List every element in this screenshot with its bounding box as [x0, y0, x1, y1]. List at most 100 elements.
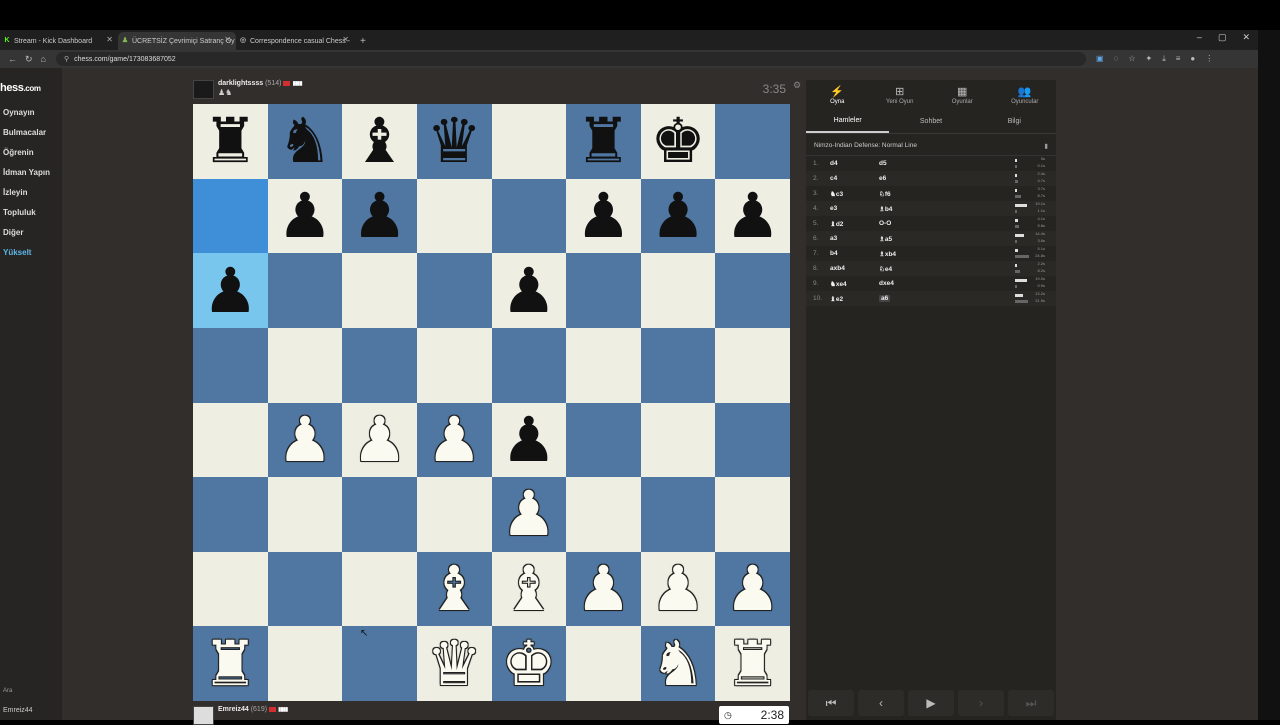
- black-move[interactable]: e6: [879, 175, 1015, 182]
- board-square[interactable]: [193, 178, 268, 254]
- sidebar-item-community[interactable]: Topluluk: [3, 208, 36, 217]
- board-square[interactable]: [566, 626, 641, 701]
- board-square[interactable]: [491, 327, 567, 403]
- board-square[interactable]: [640, 477, 716, 552]
- menu-icon[interactable]: ⋮: [1205, 54, 1213, 64]
- address-bar[interactable]: ⚲ chess.com/game/173083687052: [55, 52, 1086, 66]
- profile-avatar[interactable]: ●: [1190, 54, 1195, 64]
- white-pawn-piece[interactable]: ♟: [277, 408, 333, 471]
- board-square[interactable]: [715, 253, 790, 328]
- white-pawn-piece[interactable]: ♟: [725, 558, 781, 620]
- white-move[interactable]: ♞c3: [830, 190, 879, 198]
- subtab-info[interactable]: Bilgi: [973, 110, 1056, 133]
- black-pawn-piece[interactable]: ♟: [501, 408, 557, 471]
- board-square[interactable]: [715, 327, 790, 403]
- board-square[interactable]: [193, 477, 268, 552]
- board-square[interactable]: [566, 253, 641, 328]
- browser-tab-kick[interactable]: K Stream - Kick Dashboard ✕: [0, 32, 118, 50]
- black-move[interactable]: d5: [879, 160, 1015, 167]
- black-move[interactable]: ♘f6: [879, 190, 1015, 198]
- board-square[interactable]: [715, 104, 790, 179]
- board-square[interactable]: [416, 477, 492, 552]
- black-move[interactable]: ♗b4: [879, 205, 1015, 213]
- black-move[interactable]: dxe4: [879, 280, 1015, 287]
- white-move[interactable]: e3: [830, 205, 879, 212]
- board-square[interactable]: ♟: [267, 178, 343, 254]
- board-square[interactable]: ♜: [715, 626, 790, 701]
- board-square[interactable]: ♝: [416, 551, 492, 627]
- black-knight-piece[interactable]: ♞: [277, 110, 333, 172]
- board-square[interactable]: [715, 402, 790, 478]
- site-info-icon[interactable]: ⚲: [64, 55, 69, 63]
- sidebar-username[interactable]: Emreiz44: [3, 707, 33, 714]
- board-square[interactable]: [267, 551, 343, 627]
- tab-play[interactable]: ⚡ Oyna: [806, 80, 869, 110]
- chess-board[interactable]: ♜ ♞ ♝ ♛ ♜ ♚ ♟ ♟ ♟ ♟ ♟ ♟ ♟ ♟ ♟ ♟ ♟ ♟ ♝ ♝ ♟ ♟ ♟ ♜ ♛ ♚ ♞ ♜: [193, 104, 790, 701]
- white-pawn-piece[interactable]: ♟: [501, 483, 557, 545]
- board-square[interactable]: [491, 104, 567, 179]
- board-square[interactable]: ♟: [491, 477, 567, 552]
- board-square[interactable]: ♟: [267, 402, 343, 478]
- black-rook-piece[interactable]: ♜: [576, 110, 632, 172]
- black-king-piece[interactable]: ♚: [650, 110, 706, 172]
- sidebar-item-train[interactable]: İdman Yapın: [3, 168, 50, 177]
- new-tab-button[interactable]: +: [360, 36, 366, 47]
- white-rook-piece[interactable]: ♜: [203, 632, 259, 695]
- player-name[interactable]: Emreiz44: [218, 706, 249, 713]
- white-rook-piece[interactable]: ♜: [725, 632, 781, 695]
- tab-new-game[interactable]: ⊞ Yeni Oyun: [869, 80, 932, 110]
- close-tab-icon[interactable]: ✕: [342, 35, 349, 44]
- white-move[interactable]: d4: [830, 160, 879, 167]
- home-icon[interactable]: ⌂: [41, 54, 46, 64]
- board-square[interactable]: [640, 402, 716, 478]
- board-square[interactable]: ♚: [640, 104, 716, 179]
- tab-games[interactable]: ▦ Oyunlar: [931, 80, 994, 110]
- gear-icon[interactable]: ⚙: [793, 80, 801, 91]
- board-square[interactable]: ♟: [715, 178, 790, 254]
- browser-tab-chess[interactable]: ♟ ÜCRETSİZ Çevrimiçi Satranç Oy ✕: [118, 32, 236, 50]
- white-king-piece[interactable]: ♚: [501, 632, 557, 695]
- white-pawn-piece[interactable]: ♟: [352, 408, 408, 471]
- black-move[interactable]: O-O: [879, 220, 1015, 227]
- black-bishop-piece[interactable]: ♝: [352, 110, 408, 172]
- board-square[interactable]: ♛: [416, 104, 492, 179]
- white-bishop-piece[interactable]: ♝: [501, 558, 557, 620]
- black-move[interactable]: ♗xb4: [879, 250, 1015, 258]
- back-icon[interactable]: ←: [8, 54, 17, 64]
- avatar[interactable]: [193, 80, 214, 99]
- board-square[interactable]: ♛: [416, 626, 492, 701]
- board-square[interactable]: [267, 327, 343, 403]
- board-square[interactable]: [193, 327, 268, 403]
- close-tab-icon[interactable]: ✕: [224, 35, 231, 44]
- board-square[interactable]: ♟: [640, 178, 716, 254]
- board-square[interactable]: [193, 402, 268, 478]
- black-queen-piece[interactable]: ♛: [426, 110, 482, 172]
- sidebar-item-upgrade[interactable]: Yükselt: [3, 248, 31, 257]
- board-square[interactable]: [416, 178, 492, 254]
- white-pawn-piece[interactable]: ♟: [576, 558, 632, 620]
- book-icon[interactable]: ▮: [1044, 142, 1048, 150]
- board-square[interactable]: ♟: [715, 551, 790, 627]
- board-square[interactable]: ♚: [491, 626, 567, 701]
- black-pawn-piece[interactable]: ♟: [352, 184, 408, 247]
- board-square[interactable]: ♟: [416, 402, 492, 478]
- board-square[interactable]: [267, 477, 343, 552]
- board-square[interactable]: [491, 178, 567, 254]
- last-move-button[interactable]: ⏭: [1008, 690, 1054, 716]
- board-square[interactable]: [193, 551, 268, 627]
- eye-off-icon[interactable]: ◌: [1114, 54, 1119, 64]
- avatar[interactable]: [193, 706, 214, 725]
- chess-com-logo[interactable]: hess.com: [0, 82, 41, 94]
- board-square[interactable]: ♟: [566, 178, 641, 254]
- sidebar-item-play[interactable]: Oynayın: [3, 108, 35, 117]
- sidebar-item-puzzles[interactable]: Bulmacalar: [3, 128, 46, 137]
- white-move[interactable]: axb4: [830, 265, 879, 272]
- board-square[interactable]: ♟: [342, 402, 417, 478]
- sidebar-search[interactable]: Ara: [3, 688, 12, 694]
- close-window-button[interactable]: ✕: [1242, 32, 1250, 43]
- current-move[interactable]: a6: [879, 295, 891, 302]
- extensions-icon[interactable]: ✦: [1145, 54, 1152, 64]
- board-square[interactable]: ♟: [640, 551, 716, 627]
- black-pawn-piece[interactable]: ♟: [650, 184, 706, 247]
- board-square[interactable]: [416, 327, 492, 403]
